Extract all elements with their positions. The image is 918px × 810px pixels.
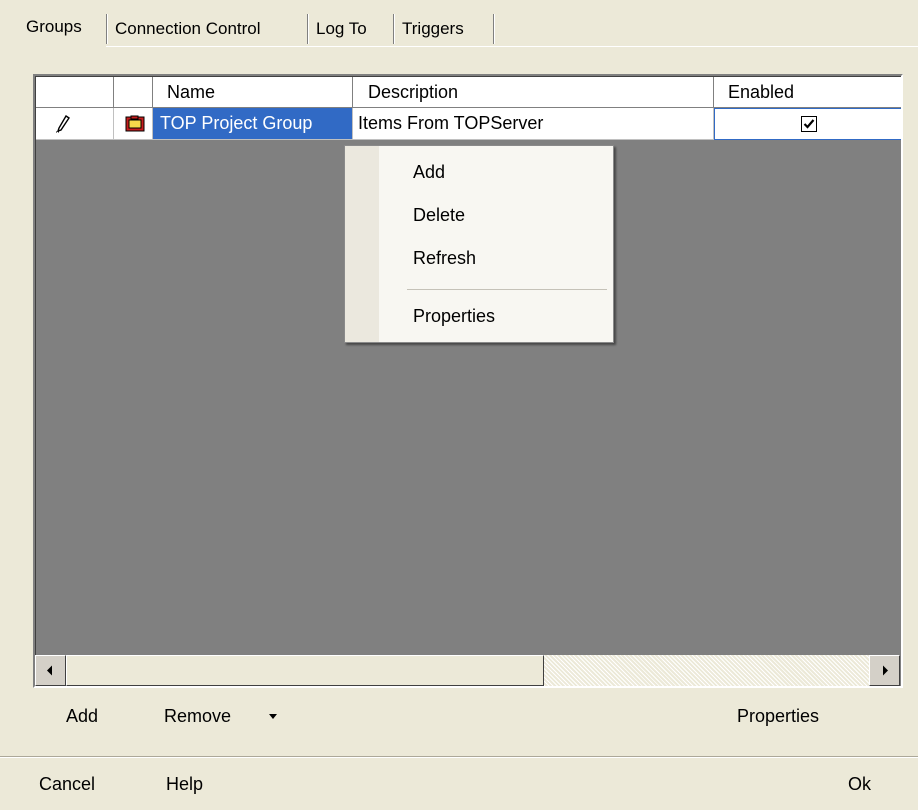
- column-header-name-label: Name: [167, 82, 216, 102]
- cell-description-text: Items From TOPServer: [358, 113, 544, 133]
- column-header-enabled-label: Enabled: [728, 82, 795, 102]
- context-menu-delete-label: Delete: [413, 205, 466, 225]
- tab-triggers-label: Triggers: [402, 19, 464, 38]
- tab-log-to[interactable]: Log To: [312, 12, 367, 46]
- pencil-icon: [56, 115, 70, 133]
- horizontal-scrollbar[interactable]: [35, 655, 900, 686]
- context-menu-refresh[interactable]: Refresh: [379, 238, 611, 278]
- context-menu-gutter: [345, 146, 379, 342]
- scroll-left-button[interactable]: [35, 655, 66, 686]
- remove-button-label: Remove: [164, 706, 232, 726]
- context-menu-separator: [407, 289, 607, 290]
- column-header-name[interactable]: Name: [153, 77, 353, 108]
- column-header-description-label: Description: [368, 82, 459, 102]
- row-indicator[interactable]: [36, 108, 114, 140]
- ok-button-label: Ok: [848, 774, 872, 794]
- tab-strip-line: [106, 46, 918, 48]
- tab-connection-control-label: Connection Control: [115, 19, 261, 38]
- context-menu-properties-label: Properties: [413, 306, 496, 326]
- scroll-track[interactable]: [66, 655, 869, 686]
- footer-divider: [0, 756, 918, 758]
- add-button-label: Add: [66, 706, 99, 726]
- cell-description[interactable]: Items From TOPServer: [353, 108, 714, 140]
- column-header-description[interactable]: Description: [353, 77, 714, 108]
- ok-button[interactable]: Ok: [848, 769, 871, 799]
- triangle-left-icon: [47, 665, 52, 676]
- context-menu-delete[interactable]: Delete: [379, 195, 611, 235]
- scroll-right-button[interactable]: [869, 655, 900, 686]
- tab-connection-control[interactable]: Connection Control: [111, 12, 261, 46]
- triangle-down-icon: [269, 714, 277, 719]
- check-icon: [803, 119, 815, 129]
- folder-icon: [125, 115, 145, 132]
- scroll-thumb[interactable]: [66, 655, 544, 686]
- tab-log-to-label: Log To: [316, 19, 367, 38]
- icon-column-header: [114, 77, 153, 108]
- properties-button[interactable]: Properties: [737, 701, 819, 731]
- tab-divider: [307, 14, 309, 44]
- tab-divider: [493, 14, 495, 44]
- cell-enabled[interactable]: [714, 108, 901, 140]
- enabled-checkbox[interactable]: [801, 116, 817, 132]
- cell-name[interactable]: TOP Project Group: [153, 108, 353, 140]
- column-header-enabled[interactable]: Enabled: [714, 77, 901, 108]
- properties-button-label: Properties: [737, 706, 820, 726]
- cancel-button-label: Cancel: [39, 774, 96, 794]
- tab-groups[interactable]: Groups: [22, 10, 106, 48]
- cell-name-text: TOP Project Group: [160, 113, 313, 133]
- context-menu: Add Delete Refresh Properties: [344, 145, 614, 343]
- add-button[interactable]: Add: [66, 701, 98, 731]
- context-menu-add[interactable]: Add: [379, 152, 611, 192]
- tab-groups-label: Groups: [26, 17, 82, 36]
- tab-divider: [393, 14, 395, 44]
- tab-triggers[interactable]: Triggers: [398, 12, 464, 46]
- scroll-track-empty[interactable]: [544, 655, 869, 686]
- context-menu-add-label: Add: [413, 162, 446, 182]
- context-menu-refresh-label: Refresh: [413, 248, 477, 268]
- triangle-right-icon: [883, 665, 888, 676]
- help-button-label: Help: [166, 774, 204, 794]
- remove-button[interactable]: Remove: [164, 701, 277, 731]
- row-indicator-header: [36, 77, 114, 108]
- cancel-button[interactable]: Cancel: [39, 769, 95, 799]
- row-type-cell[interactable]: [114, 108, 153, 140]
- tab-divider: [106, 14, 108, 44]
- help-button[interactable]: Help: [166, 769, 203, 799]
- context-menu-properties[interactable]: Properties: [379, 296, 611, 336]
